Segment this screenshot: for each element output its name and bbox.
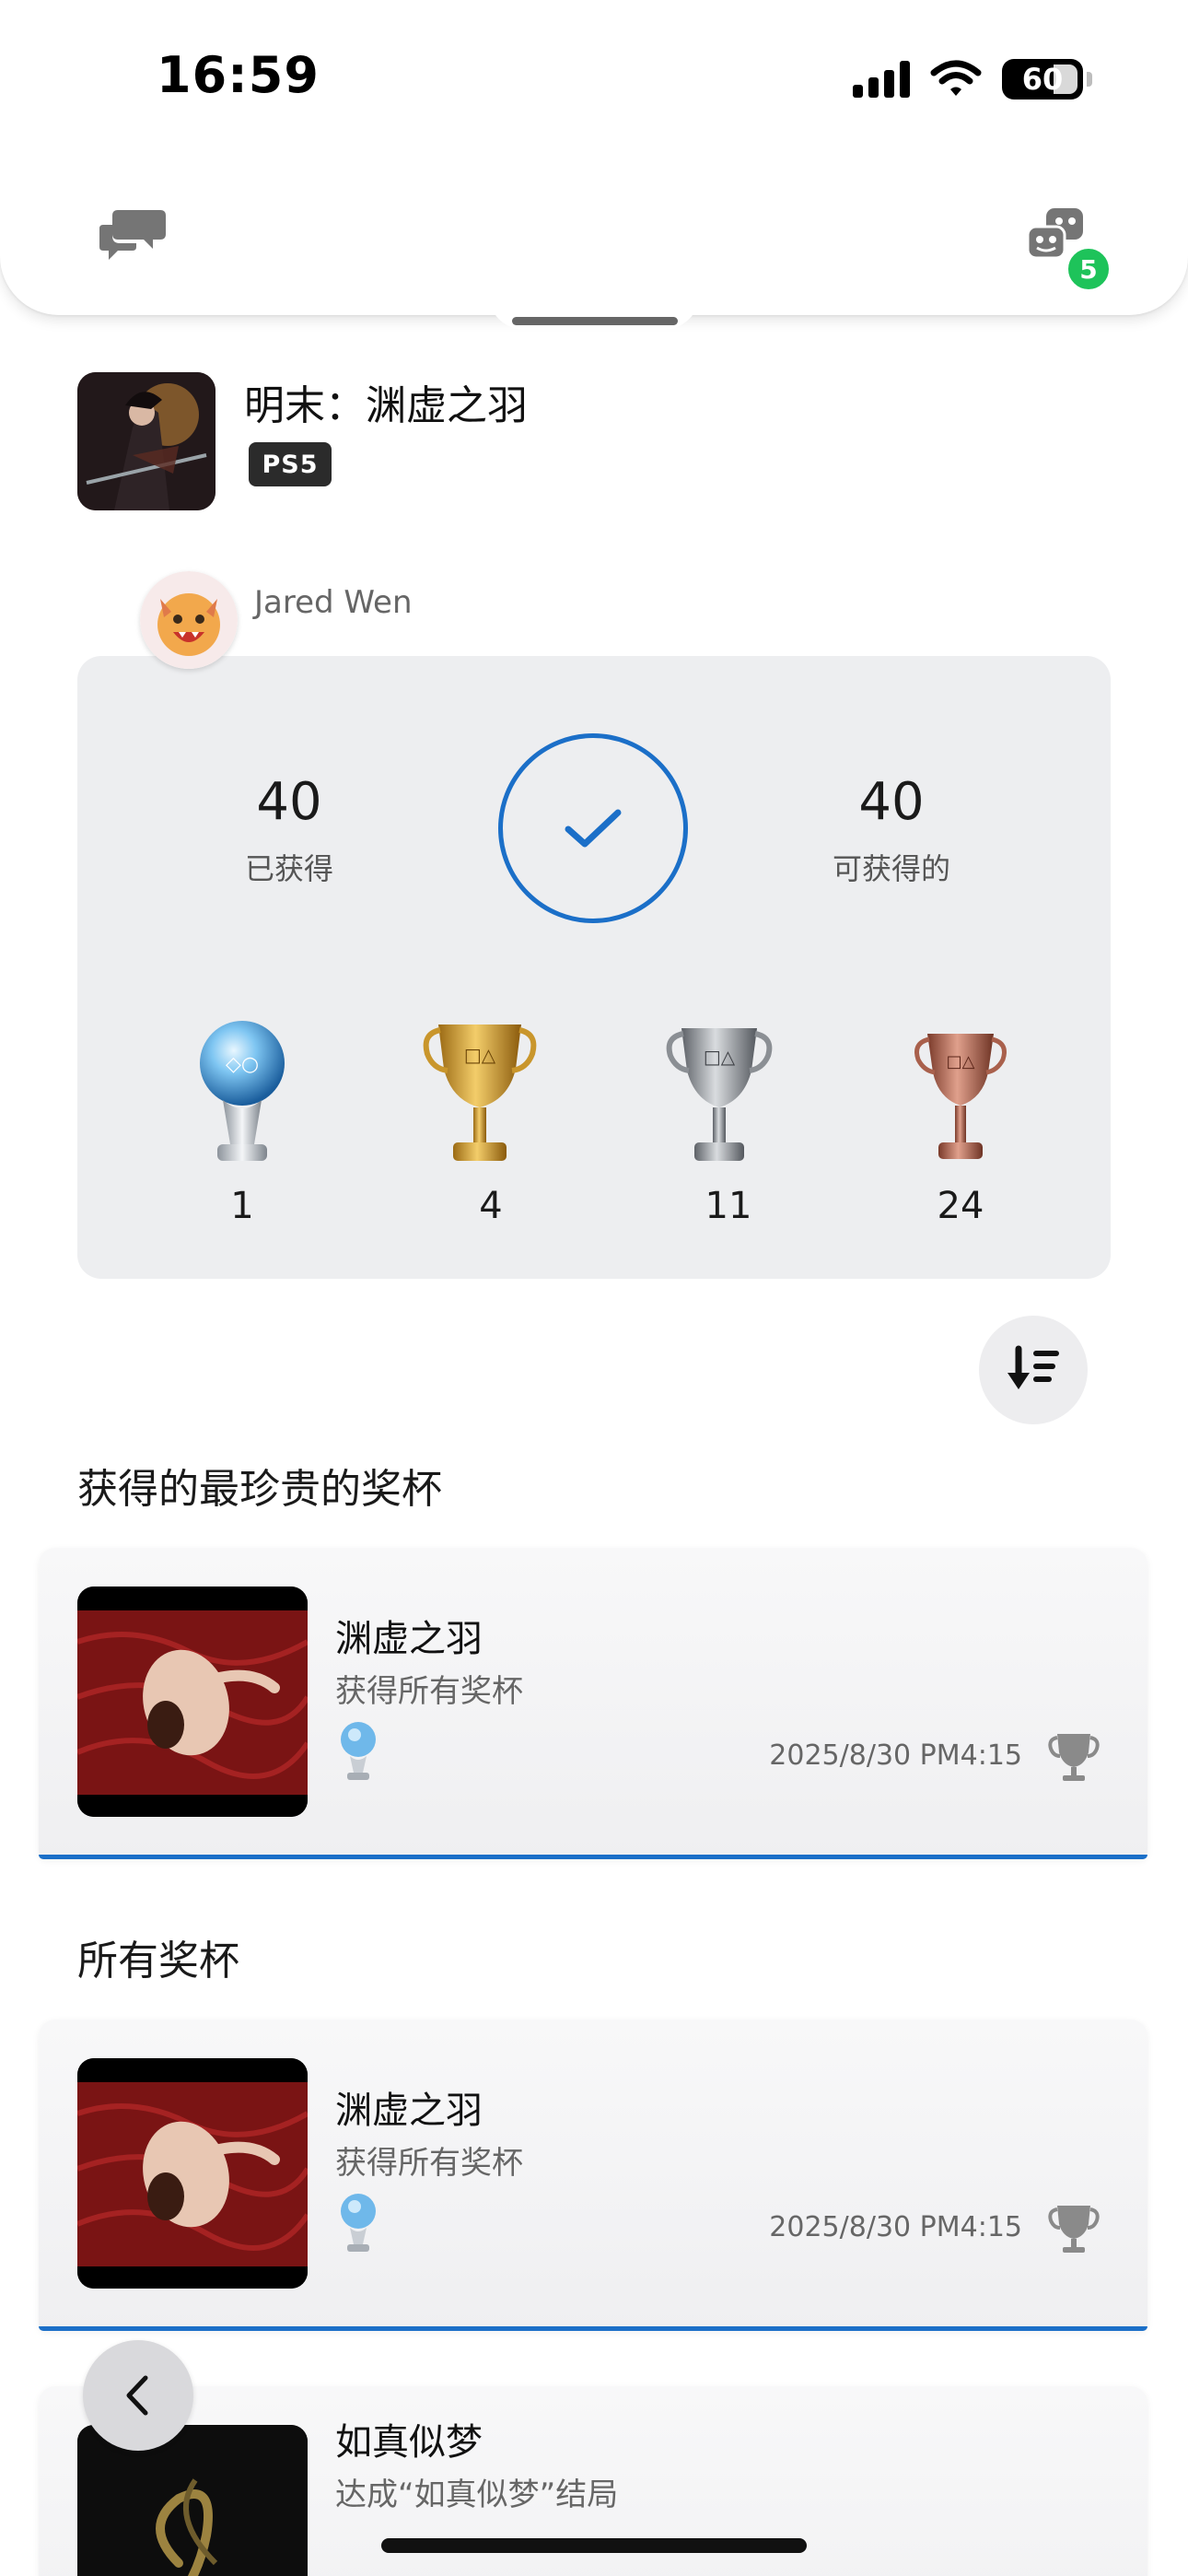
battery-icon: 60 <box>1002 59 1092 100</box>
platinum-grade-icon <box>335 1719 390 1791</box>
available-count: 40 <box>858 772 925 832</box>
chat-bubbles-icon[interactable] <box>99 208 166 263</box>
earned-date: 2025/8/30 PM4:15 <box>769 1739 1022 1772</box>
sheet-drag-handle[interactable] <box>512 317 678 325</box>
svg-text:□△: □△ <box>947 1052 975 1071</box>
wifi-icon <box>930 60 982 96</box>
trophy-detail-page: 明末：渊虚之羽 PS5 Jared Wen 40 已获得 40 可获得的 ◇○ … <box>0 0 1188 2576</box>
status-indicators: 60 <box>853 57 1092 101</box>
game-title: 明末：渊虚之羽 <box>244 382 528 429</box>
trophy-thumbnail <box>77 2058 308 2289</box>
trophy-name: 如真似梦 <box>335 2421 483 2464</box>
home-indicator[interactable] <box>381 2538 807 2553</box>
trophy-thumbnail <box>77 2425 308 2576</box>
trophy-description: 获得所有奖杯 <box>335 1673 523 1710</box>
trophy-description: 达成“如真似梦”结局 <box>335 2476 619 2513</box>
platinum-grade-icon <box>335 2191 390 2263</box>
rarest-section-title: 获得的最珍贵的奖杯 <box>77 1466 442 1513</box>
trophy-summary-card: 40 已获得 40 可获得的 ◇○ 1 □△ 4 □△ 11 □△ 24 <box>77 656 1111 1279</box>
completion-check-icon <box>498 733 688 923</box>
battery-level: 60 <box>1021 62 1064 97</box>
top-header-sheet: 16:59 60 5 <box>0 0 1188 315</box>
platinum-count: 1 <box>230 1185 254 1227</box>
back-button[interactable] <box>83 2340 193 2451</box>
platform-tag: PS5 <box>249 442 332 486</box>
chevron-left-icon <box>126 2375 148 2416</box>
trophy-description: 获得所有奖杯 <box>335 2145 523 2182</box>
trophy-name: 渊虚之羽 <box>335 2090 483 2132</box>
game-cover-image <box>77 372 215 510</box>
earned-count: 40 <box>256 772 322 832</box>
svg-text:□△: □△ <box>704 1046 736 1068</box>
svg-text:□△: □△ <box>464 1044 496 1066</box>
avatar[interactable] <box>140 571 238 669</box>
username: Jared Wen <box>254 584 413 621</box>
trophy-thumbnail <box>77 1587 308 1817</box>
trophy-list-item[interactable]: 渊虚之羽 获得所有奖杯 2025/8/30 PM4:15 <box>39 2020 1147 2331</box>
progress-bar <box>39 1855 1147 1859</box>
rarest-trophy-card[interactable]: 渊虚之羽 获得所有奖杯 2025/8/30 PM4:15 <box>39 1548 1147 1859</box>
bronze-count: 24 <box>937 1185 984 1227</box>
earned-label: 已获得 <box>244 851 333 886</box>
sort-icon <box>1007 1345 1059 1389</box>
all-section-title: 所有奖杯 <box>77 1938 239 1985</box>
progress-bar <box>39 2326 1147 2331</box>
sort-button[interactable] <box>979 1316 1088 1424</box>
cellular-signal-icon <box>853 61 910 98</box>
status-time: 16:59 <box>157 46 320 104</box>
trophy-cup-icon <box>1046 1728 1101 1784</box>
available-label: 可获得的 <box>832 851 950 886</box>
silver-count: 11 <box>705 1185 752 1227</box>
notification-badge: 5 <box>1065 245 1112 293</box>
gold-count: 4 <box>479 1185 503 1227</box>
svg-text:◇○: ◇○ <box>226 1053 259 1076</box>
trophy-name: 渊虚之羽 <box>335 1618 483 1660</box>
trophy-cup-icon <box>1046 2200 1101 2255</box>
earned-date: 2025/8/30 PM4:15 <box>769 2211 1022 2243</box>
